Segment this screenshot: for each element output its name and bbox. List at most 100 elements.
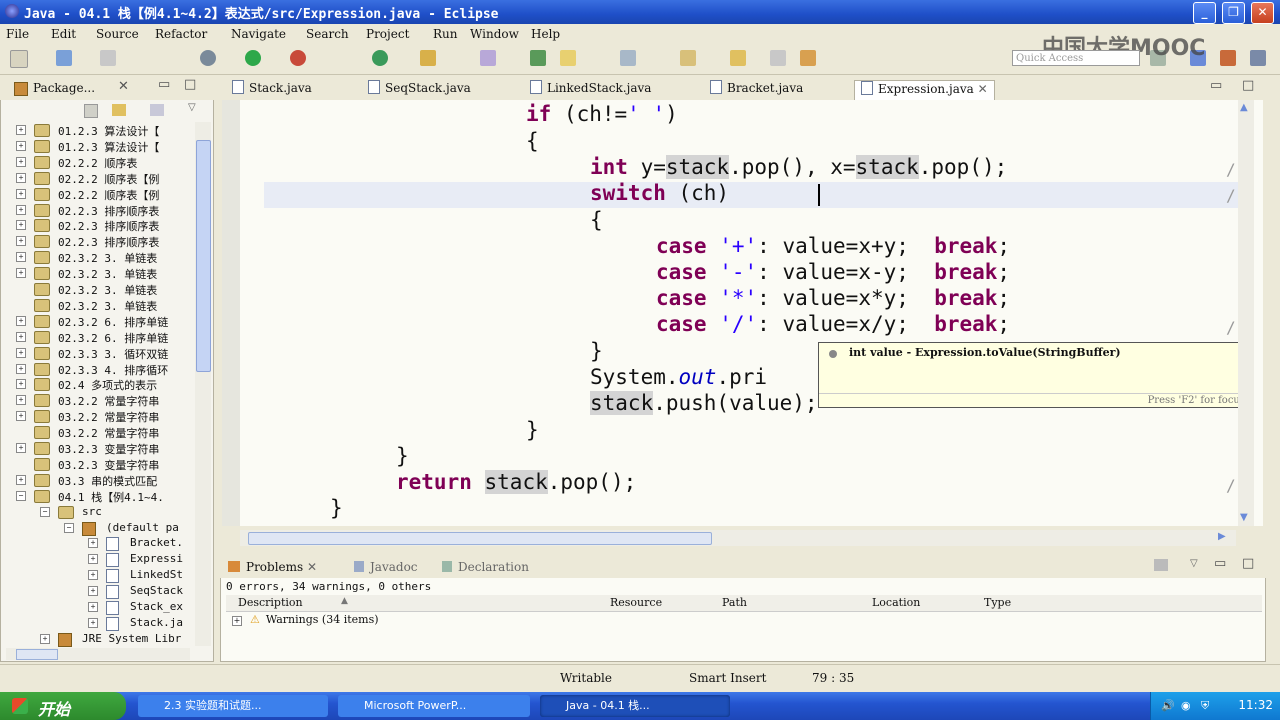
- scroll-down-icon[interactable]: ▼: [1240, 512, 1248, 523]
- expand-icon[interactable]: +: [16, 236, 26, 247]
- menu-help[interactable]: Help: [531, 27, 560, 41]
- run-icon[interactable]: [245, 50, 261, 66]
- expand-icon[interactable]: +: [16, 411, 26, 422]
- expand-icon[interactable]: +: [88, 554, 98, 565]
- expand-icon[interactable]: +: [16, 474, 26, 485]
- volume-icon[interactable]: 🔊: [1161, 699, 1175, 712]
- close-tab-icon[interactable]: ✕: [118, 79, 129, 94]
- menu-edit[interactable]: Edit: [51, 27, 76, 41]
- menu-navigate[interactable]: Navigate: [231, 27, 286, 41]
- filter-icon[interactable]: [150, 104, 164, 116]
- expand-icon[interactable]: +: [16, 379, 26, 390]
- view-menu-icon[interactable]: ▽: [188, 102, 196, 113]
- column-resource[interactable]: Resource: [610, 596, 662, 609]
- maximize-button[interactable]: ❐: [1222, 2, 1245, 24]
- next-annotation-icon[interactable]: [680, 50, 696, 66]
- menu-search[interactable]: Search: [306, 27, 349, 41]
- minimize-editor-icon[interactable]: ▭: [1210, 78, 1222, 93]
- column-type[interactable]: Type: [984, 596, 1011, 609]
- network-icon[interactable]: ◉: [1181, 699, 1191, 712]
- view-menu-icon[interactable]: ▽: [1190, 558, 1198, 569]
- menu-project[interactable]: Project: [366, 27, 409, 41]
- expand-icon[interactable]: +: [232, 616, 242, 626]
- tab-javadoc[interactable]: Javadoc: [354, 560, 418, 574]
- annotation-icon[interactable]: [530, 50, 546, 66]
- expand-icon[interactable]: +: [16, 156, 26, 167]
- maximize-view-icon[interactable]: □: [1242, 556, 1254, 571]
- editor-horizontal-scrollbar[interactable]: ▶: [240, 530, 1236, 546]
- save-icon[interactable]: [56, 50, 72, 66]
- expand-icon[interactable]: +: [88, 586, 98, 597]
- scroll-right-icon[interactable]: ▶: [1218, 531, 1226, 542]
- start-button[interactable]: 开始: [0, 692, 126, 720]
- close-button[interactable]: ✕: [1251, 2, 1274, 24]
- expand-icon[interactable]: +: [16, 443, 26, 453]
- tab-expression-java[interactable]: Expression.java ✕: [854, 80, 995, 101]
- java-perspective-icon[interactable]: [1220, 50, 1236, 66]
- package-explorer-scrollbar[interactable]: [195, 122, 211, 646]
- menu-run[interactable]: Run: [433, 27, 458, 41]
- close-tab-icon[interactable]: ✕: [978, 82, 988, 96]
- menu-source[interactable]: Source: [96, 27, 139, 41]
- tab-seqstack-java[interactable]: SeqStack.java: [368, 80, 471, 100]
- tab-declaration[interactable]: Declaration: [442, 560, 529, 574]
- minimize-view-icon[interactable]: ▭: [158, 77, 170, 92]
- expand-icon[interactable]: +: [16, 268, 26, 279]
- open-type-icon[interactable]: [420, 50, 436, 66]
- debug-perspective-icon[interactable]: [1250, 50, 1266, 66]
- problems-row[interactable]: + ⚠ Warnings (34 items): [232, 613, 379, 626]
- expand-icon[interactable]: +: [88, 570, 98, 581]
- maximize-view-icon[interactable]: □: [184, 77, 196, 92]
- menu-refactor[interactable]: Refactor: [155, 27, 207, 41]
- debug-icon[interactable]: [200, 50, 216, 66]
- expand-icon[interactable]: +: [16, 252, 26, 263]
- search-icon[interactable]: [480, 50, 496, 66]
- expand-icon[interactable]: +: [16, 395, 26, 406]
- editor-vertical-scrollbar[interactable]: ▲ ▼: [1238, 100, 1254, 526]
- last-edit-icon[interactable]: [730, 50, 746, 66]
- tab-bracket-java[interactable]: Bracket.java: [710, 80, 803, 100]
- expand-icon[interactable]: +: [16, 204, 26, 215]
- expand-icon[interactable]: +: [88, 538, 98, 549]
- expand-icon[interactable]: −: [64, 522, 74, 533]
- menu-file[interactable]: File: [6, 27, 29, 41]
- external-tools-icon[interactable]: [290, 50, 306, 66]
- new-icon[interactable]: [10, 50, 28, 68]
- quick-access-input[interactable]: Quick Access: [1012, 50, 1140, 66]
- expand-icon[interactable]: +: [16, 172, 26, 183]
- hscroll-thumb[interactable]: [16, 649, 58, 660]
- expand-icon[interactable]: +: [16, 331, 26, 342]
- expand-icon[interactable]: +: [88, 602, 98, 612]
- highlight-icon[interactable]: [560, 50, 576, 66]
- taskbar-item-powerpoint[interactable]: Microsoft PowerP...: [338, 695, 530, 717]
- minimize-button[interactable]: _: [1193, 2, 1216, 24]
- close-tab-icon[interactable]: ✕: [307, 560, 317, 574]
- back-arrow-icon[interactable]: [770, 50, 786, 66]
- new-class-icon[interactable]: [372, 50, 388, 66]
- expand-icon[interactable]: +: [16, 125, 26, 135]
- column-location[interactable]: Location: [872, 596, 920, 609]
- show-whitespace-icon[interactable]: [620, 50, 636, 66]
- taskbar-item-word[interactable]: 2.3 实验题和试题...: [138, 695, 328, 717]
- expand-icon[interactable]: +: [16, 140, 26, 151]
- expand-icon[interactable]: +: [40, 633, 50, 644]
- expand-icon[interactable]: −: [40, 506, 50, 517]
- tab-linkedstack-java[interactable]: LinkedStack.java: [530, 80, 651, 100]
- scrollbar-thumb[interactable]: [248, 532, 712, 545]
- view-toolbar-icon[interactable]: [1154, 559, 1168, 571]
- print-icon[interactable]: [100, 50, 116, 66]
- expand-icon[interactable]: +: [16, 188, 26, 199]
- expand-icon[interactable]: +: [16, 347, 26, 358]
- expand-icon[interactable]: +: [88, 617, 98, 628]
- expand-icon[interactable]: +: [16, 363, 26, 374]
- hover-tooltip[interactable]: int value - Expression.toValue(StringBuf…: [818, 342, 1250, 408]
- minimize-view-icon[interactable]: ▭: [1214, 556, 1226, 571]
- security-icon[interactable]: ⛨: [1201, 699, 1209, 713]
- menu-window[interactable]: Window: [470, 27, 519, 41]
- collapse-all-icon[interactable]: [84, 104, 98, 118]
- scrollbar-thumb[interactable]: [196, 140, 211, 372]
- tab-problems[interactable]: Problems ✕: [228, 560, 317, 574]
- tab-stack-java[interactable]: Stack.java: [232, 80, 312, 100]
- package-explorer-hscroll[interactable]: [6, 648, 190, 660]
- expand-icon[interactable]: +: [16, 315, 26, 326]
